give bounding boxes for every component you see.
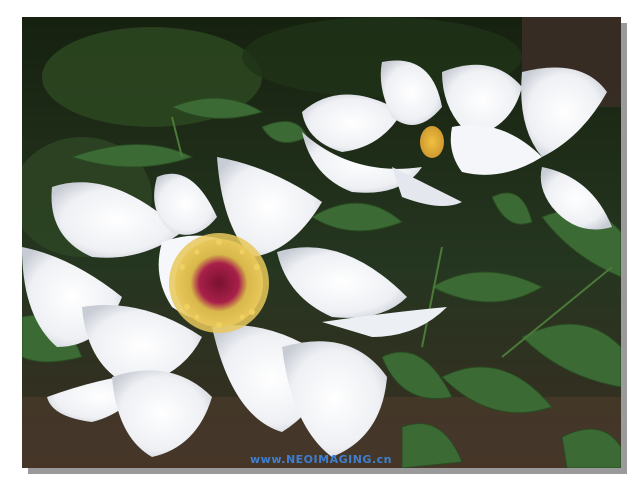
peony-photo [22, 17, 621, 468]
photo-artwork [22, 17, 621, 468]
photo-frame: www.NEOIMAGING.cn [0, 0, 642, 480]
watermark-text: www.NEOIMAGING.cn [250, 453, 392, 466]
